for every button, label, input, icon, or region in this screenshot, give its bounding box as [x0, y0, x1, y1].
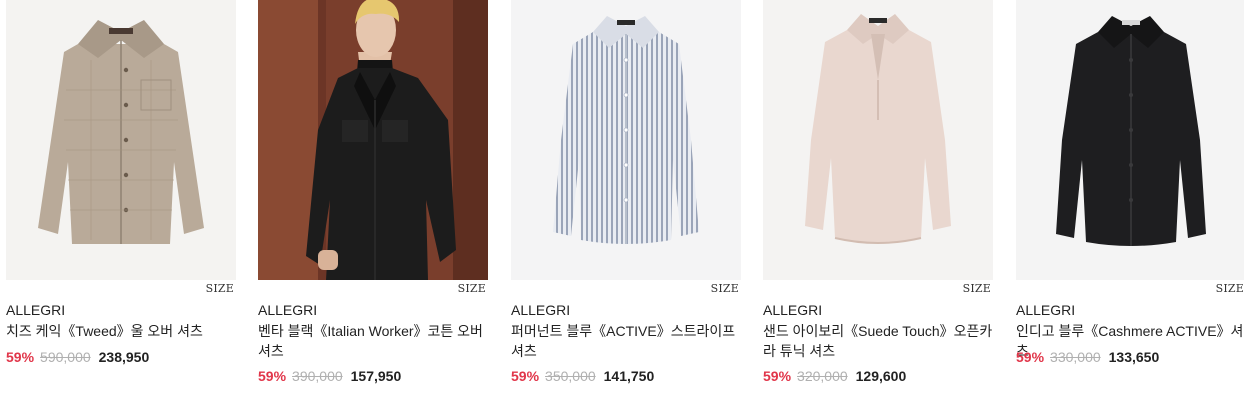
product-image[interactable]	[1016, 0, 1244, 280]
price-row: 59% 390,000 157,950	[258, 368, 401, 384]
discount-rate: 59%	[763, 368, 792, 384]
product-name[interactable]: 샌드 아이보리《Suede Touch》오픈카라 튜닉 셔츠	[763, 321, 995, 361]
product-grid: SIZE ALLEGRI 치즈 케익《Tweed》울 오버 셔츠 59% 590,…	[6, 0, 1244, 412]
size-label[interactable]: SIZE	[206, 282, 234, 295]
brand-name: ALLEGRI	[258, 302, 318, 318]
product-card[interactable]: SIZE ALLEGRI 인디고 블루《Cashmere ACTIVE》셔츠 5…	[1016, 0, 1244, 412]
price-row: 59% 320,000 129,600	[763, 368, 906, 384]
product-image[interactable]	[258, 0, 488, 280]
original-price: 330,000	[1050, 349, 1101, 365]
discount-rate: 59%	[511, 368, 540, 384]
discount-rate: 59%	[258, 368, 287, 384]
product-card[interactable]: SIZE ALLEGRI 샌드 아이보리《Suede Touch》오픈카라 튜닉…	[763, 0, 993, 412]
price-row: 59% 330,000 133,650	[1016, 349, 1159, 365]
size-label[interactable]: SIZE	[458, 282, 486, 295]
original-price: 390,000	[292, 368, 343, 384]
original-price: 590,000	[40, 349, 91, 365]
sale-price: 133,650	[1108, 349, 1160, 365]
sale-price: 141,750	[603, 368, 655, 384]
product-name[interactable]: 퍼머넌트 블루《ACTIVE》스트라이프 셔츠	[511, 321, 743, 361]
size-label[interactable]: SIZE	[1216, 282, 1244, 295]
size-label[interactable]: SIZE	[711, 282, 739, 295]
sale-price: 157,950	[350, 368, 402, 384]
product-name[interactable]: 벤타 블랙《Italian Worker》코튼 오버 셔츠	[258, 321, 490, 361]
product-name[interactable]: 치즈 케익《Tweed》울 오버 셔츠	[6, 321, 238, 341]
price-row: 59% 590,000 238,950	[6, 349, 149, 365]
model-black-worker-shirt-image	[258, 0, 488, 280]
brand-name: ALLEGRI	[511, 302, 571, 318]
product-image[interactable]	[6, 0, 236, 280]
product-card[interactable]: SIZE ALLEGRI 벤타 블랙《Italian Worker》코튼 오버 …	[258, 0, 488, 412]
black-cashmere-shirt-image	[1016, 0, 1244, 280]
brand-name: ALLEGRI	[1016, 302, 1076, 318]
brand-name: ALLEGRI	[763, 302, 823, 318]
original-price: 320,000	[797, 368, 848, 384]
brand-name: ALLEGRI	[6, 302, 66, 318]
stripe-shirt-image	[511, 0, 741, 280]
product-image[interactable]	[511, 0, 741, 280]
product-image[interactable]	[763, 0, 993, 280]
product-card[interactable]: SIZE ALLEGRI 퍼머넌트 블루《ACTIVE》스트라이프 셔츠 59%…	[511, 0, 741, 412]
size-label[interactable]: SIZE	[963, 282, 991, 295]
discount-rate: 59%	[1016, 349, 1045, 365]
price-row: 59% 350,000 141,750	[511, 368, 654, 384]
product-card[interactable]: SIZE ALLEGRI 치즈 케익《Tweed》울 오버 셔츠 59% 590,…	[6, 0, 236, 412]
open-collar-tunic-shirt-image	[763, 0, 993, 280]
discount-rate: 59%	[6, 349, 35, 365]
original-price: 350,000	[545, 368, 596, 384]
sale-price: 238,950	[98, 349, 150, 365]
tweed-shirt-jacket-image	[6, 0, 236, 280]
sale-price: 129,600	[855, 368, 907, 384]
